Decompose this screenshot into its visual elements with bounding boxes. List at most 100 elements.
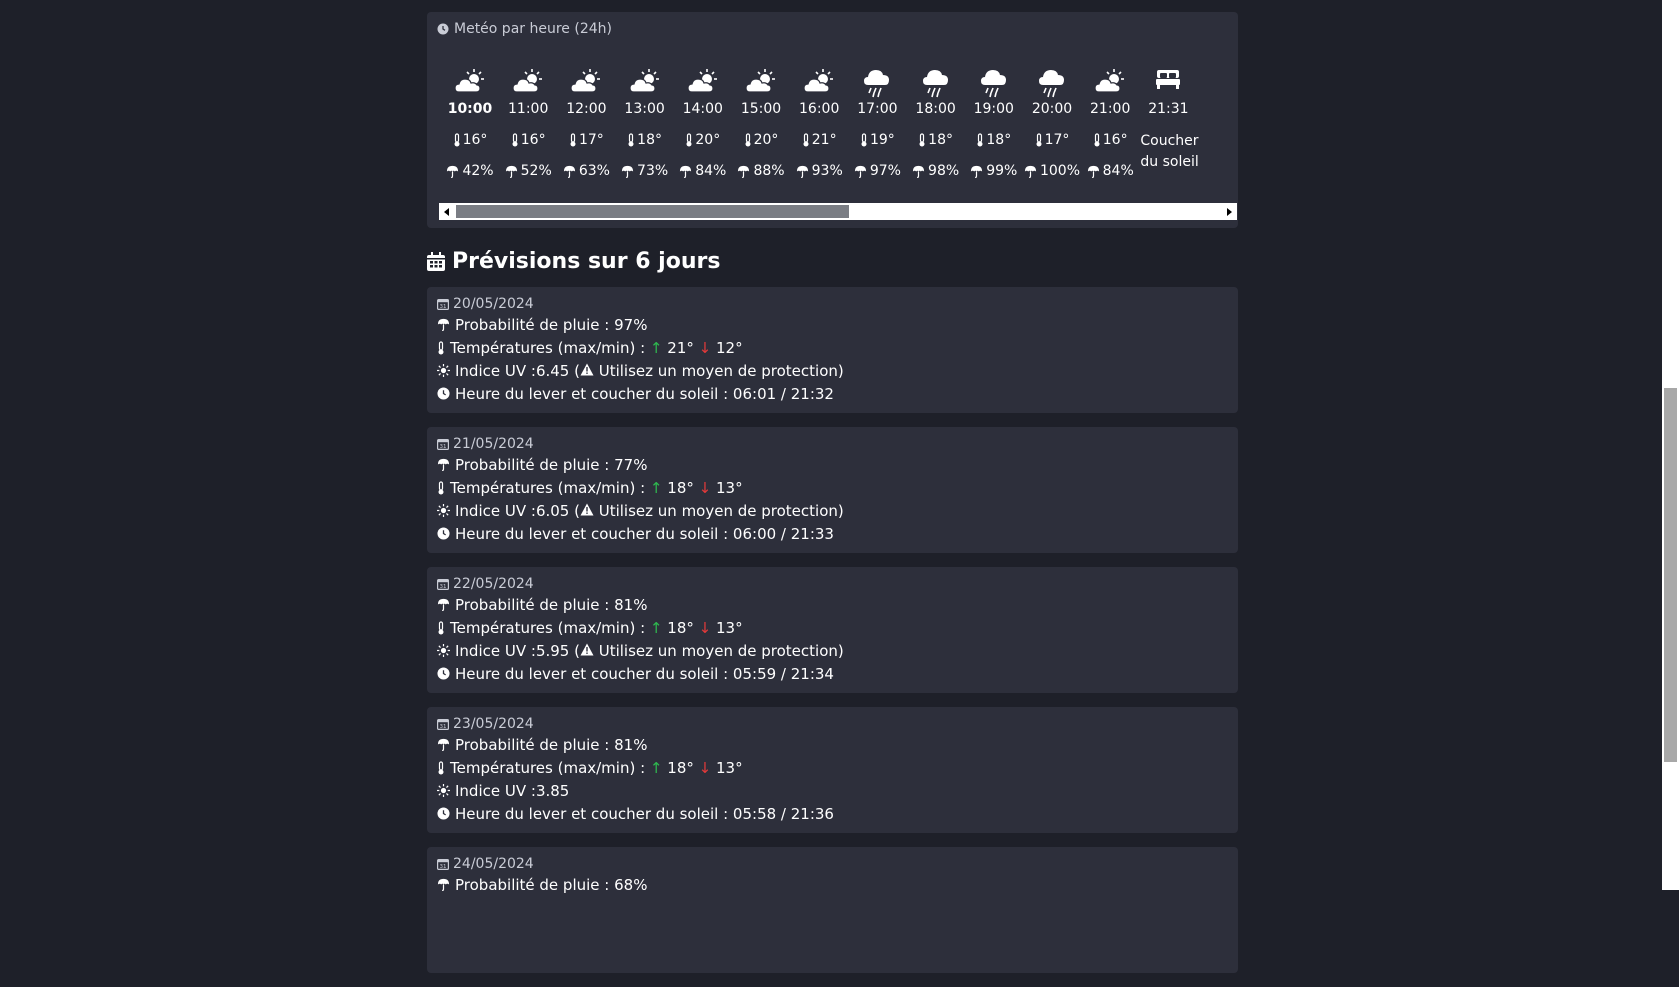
temperature-label: Températures (max/min) :	[450, 338, 650, 357]
rain-text: Probabilité de pluie : 97%	[455, 316, 647, 334]
hour-item[interactable]: 20:00 17° 100%	[1021, 68, 1083, 179]
horizontal-scrollbar[interactable]	[439, 203, 1237, 220]
uv-open-paren: (	[569, 641, 580, 660]
umbrella-icon	[505, 165, 517, 178]
rain-value: 52%	[520, 163, 552, 179]
hour-item[interactable]: 10:00 16° 42%	[439, 68, 501, 179]
temperature-min: 13°	[716, 758, 743, 777]
uv-index-line: Indice UV : 6.45 ( Utilisez un moyen de …	[437, 359, 1228, 382]
hour-item[interactable]: 19:00 18° 99%	[963, 68, 1025, 179]
vertical-scrollbar[interactable]	[1662, 0, 1679, 890]
sun-icon	[437, 644, 450, 657]
uv-index-line: Indice UV : 3.85	[437, 779, 1228, 802]
hour-time: 21:00	[1090, 101, 1131, 117]
rain-text: Probabilité de pluie : 77%	[455, 456, 647, 474]
uv-value: 6.05	[535, 501, 570, 520]
temperature-max: 21°	[667, 338, 694, 357]
clock-icon	[437, 807, 450, 820]
temperature-value: 18°	[986, 132, 1012, 148]
temperature-text: Températures (max/min) : ↑ 18° ↓ 13°	[450, 759, 743, 777]
hour-item[interactable]: 16:00 21° 93%	[788, 68, 850, 179]
temperature-max: 18°	[667, 618, 694, 637]
rain-cloud-icon	[905, 68, 967, 98]
sun-value: 05:58 / 21:36	[732, 804, 834, 823]
sunset-label-line1: Coucher	[1140, 133, 1199, 149]
hour-rain-probability: 52%	[497, 163, 559, 179]
temperature-label: Températures (max/min) :	[450, 478, 650, 497]
sunset-time: 21:31	[1148, 101, 1189, 117]
day-forecast-card: 31 21/05/2024 Probabilité de pluie : 77% Te…	[427, 427, 1238, 553]
hour-time: 12:00	[566, 101, 607, 117]
rain-label: Probabilité de pluie :	[455, 875, 615, 894]
hour-time: 10:00	[447, 101, 493, 117]
hour-item[interactable]: 15:00 20° 88%	[730, 68, 792, 179]
day-forecast-card: 31 22/05/2024 Probabilité de pluie : 81% Te…	[427, 567, 1238, 693]
day-forecast-card: 31 23/05/2024 Probabilité de pluie : 81% Te…	[427, 707, 1238, 833]
umbrella-icon	[437, 738, 450, 751]
uv-open-paren: (	[569, 361, 580, 380]
hour-rain-probability: 84%	[1079, 163, 1141, 179]
rain-label: Probabilité de pluie :	[455, 455, 615, 474]
hour-time: 16:00	[799, 101, 840, 117]
umbrella-icon	[1087, 165, 1099, 178]
uv-label: Indice UV :	[455, 361, 536, 380]
calendar-small-icon: 31	[437, 719, 449, 730]
sunset-item[interactable]: 21:31 Coucher du soleil	[1137, 68, 1199, 173]
vertical-scroll-thumb[interactable]	[1664, 388, 1677, 762]
uv-text: Indice UV : 5.95 ( Utilisez un moyen de …	[455, 642, 844, 660]
partly-cloudy-icon	[1079, 68, 1141, 98]
temperature-value: 20°	[695, 132, 721, 148]
hour-temperature: 17°	[1021, 132, 1083, 148]
scroll-left-arrow[interactable]	[444, 208, 449, 216]
arrow-down-icon: ↓	[698, 338, 712, 357]
hour-rain-probability: 93%	[788, 163, 850, 179]
arrow-down-icon: ↓	[698, 618, 712, 637]
rain-value: 81%	[614, 595, 648, 614]
rain-cloud-icon	[1021, 68, 1083, 98]
uv-value: 3.85	[535, 781, 570, 800]
temperature-text: Températures (max/min) : ↑ 18° ↓ 13°	[450, 479, 743, 497]
hour-rain-probability: 97%	[846, 163, 908, 179]
arrow-up-icon: ↑	[649, 478, 663, 497]
umbrella-icon	[437, 458, 450, 471]
rain-value: 63%	[578, 163, 610, 179]
umbrella-icon	[563, 165, 575, 178]
sun-value: 06:00 / 21:33	[732, 524, 834, 543]
rain-label: Probabilité de pluie :	[455, 315, 615, 334]
sunset-label-line2: du soleil	[1140, 154, 1199, 170]
arrow-up-icon: ↑	[649, 338, 663, 357]
hour-item[interactable]: 18:00 18° 98%	[905, 68, 967, 179]
rain-value: 42%	[462, 163, 494, 179]
hour-item[interactable]: 21:00 16° 84%	[1079, 68, 1141, 179]
hour-time: 11:00	[508, 101, 549, 117]
thermometer-icon	[438, 340, 444, 354]
hour-item[interactable]: 11:00 16° 52%	[497, 68, 559, 179]
thermometer-icon	[438, 480, 444, 494]
horizontal-scroll-thumb[interactable]	[456, 205, 849, 218]
hour-item[interactable]: 14:00 20° 84%	[672, 68, 734, 179]
hour-item[interactable]: 17:00 19° 97%	[846, 68, 908, 179]
hour-temperature: 16°	[439, 132, 501, 148]
hour-time: 13:00	[624, 101, 665, 117]
sun-text: Heure du lever et coucher du soleil : 06…	[455, 385, 834, 403]
hour-item[interactable]: 12:00 17° 63%	[555, 68, 617, 179]
hour-time: 20:00	[1031, 101, 1073, 117]
warning-icon	[580, 643, 594, 655]
partly-cloudy-icon	[555, 68, 617, 98]
thermometer-icon	[454, 133, 460, 147]
rain-probability-line: Probabilité de pluie : 68%	[437, 873, 1228, 896]
day-date: 31 23/05/2024	[437, 715, 1228, 733]
uv-warning-icon-wrap	[580, 362, 594, 380]
uv-open-paren: (	[569, 501, 580, 520]
scroll-right-arrow[interactable]	[1227, 208, 1232, 216]
sun-icon	[437, 364, 450, 377]
uv-warning: Utilisez un moyen de protection)	[593, 641, 844, 660]
hourly-strip[interactable]: 10:00 16° 42% 11:00 16° 52% 12:00 17° 63% 13:00 18…	[439, 68, 1225, 208]
hour-item[interactable]: 13:00 18° 73%	[614, 68, 676, 179]
temperature-value: 21°	[811, 132, 837, 148]
svg-text:31: 31	[440, 444, 447, 450]
partly-cloudy-icon	[730, 68, 792, 98]
thermometer-icon	[1036, 133, 1042, 147]
hour-time: 14:00	[682, 101, 723, 117]
temperature-text: Températures (max/min) : ↑ 18° ↓ 13°	[450, 619, 743, 637]
